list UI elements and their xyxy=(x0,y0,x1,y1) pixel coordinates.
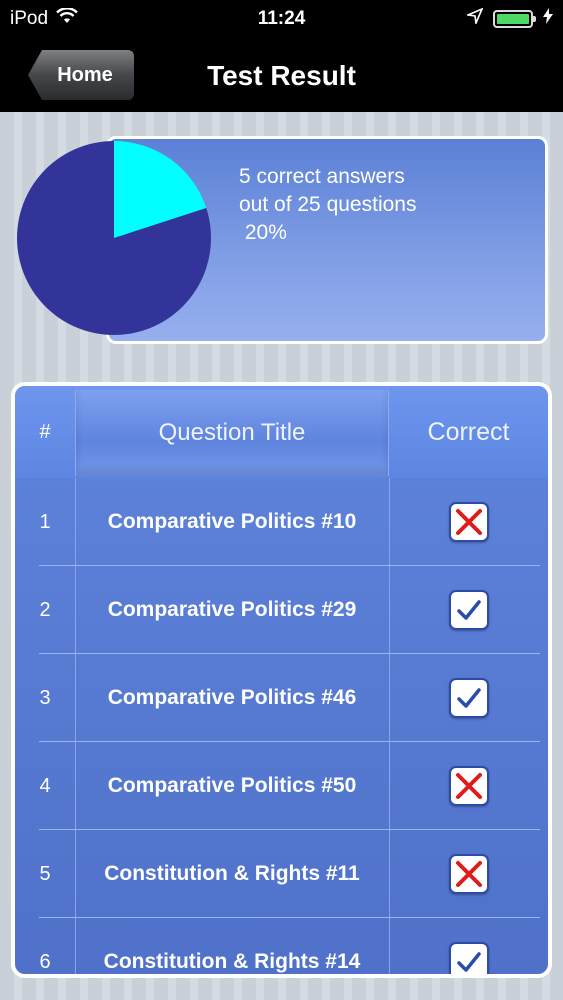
summary-line-correct: 5 correct answers xyxy=(239,165,405,188)
row-question-title: Comparative Politics #46 xyxy=(107,686,357,709)
header-question-title[interactable]: Question Title xyxy=(75,390,389,476)
row-question-title: Constitution & Rights #14 xyxy=(103,950,361,973)
header-correct: Correct xyxy=(427,417,510,446)
battery-icon xyxy=(493,10,536,28)
cross-mark-icon xyxy=(448,766,489,806)
cross-mark-icon xyxy=(448,502,489,542)
row-number: 5 xyxy=(39,862,51,885)
results-table: # Question Title Correct 1 Comparative Po… xyxy=(11,382,552,978)
row-correct-cell xyxy=(389,478,548,566)
table-header: # Question Title Correct xyxy=(15,386,548,478)
row-question-title: Constitution & Rights #11 xyxy=(104,862,360,885)
status-bar: iPod 11:24 xyxy=(0,0,563,38)
score-pie-chart xyxy=(16,141,212,335)
table-row[interactable]: 1 Comparative Politics #10 xyxy=(15,478,548,566)
row-question-title: Comparative Politics #29 xyxy=(107,598,357,621)
summary-line-percent: 20% xyxy=(239,221,287,244)
row-correct-cell xyxy=(389,654,548,742)
table-row[interactable]: 6 Constitution & Rights #14 xyxy=(15,918,548,974)
row-number: 4 xyxy=(39,774,51,797)
charging-bolt-icon xyxy=(543,8,553,30)
row-correct-cell xyxy=(389,742,548,830)
checkmark-icon xyxy=(448,678,489,718)
row-correct-cell xyxy=(389,566,548,654)
table-row[interactable]: 5 Constitution & Rights #11 xyxy=(15,830,548,918)
row-question-title: Comparative Politics #10 xyxy=(107,510,357,533)
summary-line-total: out of 25 questions xyxy=(239,193,417,216)
row-correct-cell xyxy=(389,830,548,918)
checkmark-icon xyxy=(448,942,489,974)
row-number: 6 xyxy=(39,950,51,973)
location-arrow-icon xyxy=(465,7,484,30)
row-correct-cell xyxy=(389,918,548,974)
row-question-title: Comparative Politics #50 xyxy=(107,774,357,797)
header-number: # xyxy=(39,420,51,443)
navigation-bar: Home Test Result xyxy=(0,38,563,112)
row-number: 3 xyxy=(39,686,51,709)
summary-text: 5 correct answers out of 25 questions 20… xyxy=(239,163,416,247)
table-row[interactable]: 4 Comparative Politics #50 xyxy=(15,742,548,830)
table-row[interactable]: 2 Comparative Politics #29 xyxy=(15,566,548,654)
cross-mark-icon xyxy=(448,854,489,894)
row-number: 1 xyxy=(39,510,51,533)
page-title: Test Result xyxy=(207,60,356,91)
checkmark-icon xyxy=(448,590,489,630)
row-number: 2 xyxy=(39,598,51,621)
table-row[interactable]: 3 Comparative Politics #46 xyxy=(15,654,548,742)
